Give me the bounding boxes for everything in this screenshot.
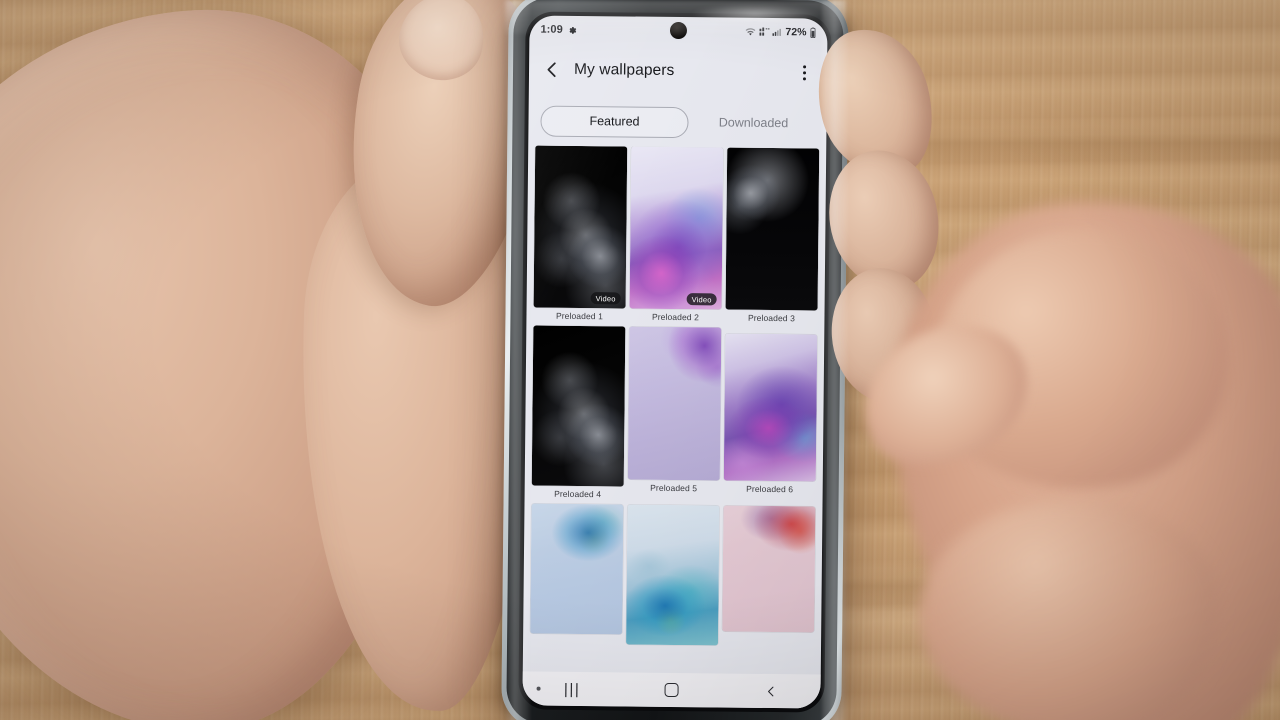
wallpaper-art	[531, 325, 626, 487]
wallpaper-item[interactable]: Preloaded 5	[627, 326, 722, 503]
wallpaper-item[interactable]	[722, 505, 816, 647]
home-button[interactable]	[622, 672, 722, 707]
page-title: My wallpapers	[573, 60, 675, 79]
video-badge: Video	[686, 293, 717, 306]
wallpaper-item[interactable]: Preloaded 6	[723, 328, 818, 504]
wallpaper-art	[626, 504, 720, 646]
wallpaper-thumbnail[interactable]	[722, 505, 816, 633]
smartphone-device: 1:09 72% My wallpapers Featured Download…	[501, 0, 849, 720]
back-icon	[767, 686, 774, 696]
wallpaper-caption: Preloaded 6	[746, 483, 794, 495]
wallpaper-caption: Preloaded 1	[555, 310, 603, 322]
back-button[interactable]	[721, 674, 821, 709]
network-4g-icon	[759, 27, 770, 37]
dot	[802, 76, 806, 80]
wallpaper-thumbnail[interactable]: Video	[533, 145, 628, 309]
wallpaper-caption: Preloaded 2	[651, 311, 699, 323]
status-bar: 1:09 72%	[529, 15, 827, 46]
gear-icon	[568, 25, 577, 34]
wallpaper-row: Preloaded 4 Preloaded 5 Preloaded 6	[531, 325, 818, 507]
nav-indicator-dot	[536, 686, 541, 691]
wallpaper-row	[530, 503, 816, 650]
wallpaper-thumbnail[interactable]	[626, 504, 720, 646]
phone-screen: 1:09 72% My wallpapers Featured Download…	[522, 15, 828, 709]
phone-bezel: 1:09 72% My wallpapers Featured Download…	[518, 11, 832, 713]
wifi-icon	[744, 27, 756, 37]
more-options-icon[interactable]	[793, 61, 815, 83]
wallpaper-art	[723, 333, 818, 482]
tab-downloaded[interactable]: Downloaded	[688, 107, 818, 139]
wallpaper-art	[629, 146, 724, 310]
wallpaper-thumbnail[interactable]	[725, 147, 820, 311]
wallpaper-thumbnail[interactable]: Video	[629, 146, 724, 310]
signal-bars-icon	[772, 27, 781, 37]
navigation-bar: |||	[522, 671, 821, 709]
wallpaper-art	[533, 145, 628, 309]
dot	[802, 64, 806, 68]
wallpaper-art	[725, 147, 820, 311]
video-badge: Video	[590, 292, 621, 305]
wallpaper-thumbnail[interactable]	[531, 325, 626, 487]
recents-icon: |||	[563, 680, 581, 698]
wallpaper-caption: Preloaded 4	[554, 488, 602, 500]
home-icon	[664, 682, 679, 698]
battery-percent-label: 72%	[785, 26, 807, 39]
wallpaper-thumbnail[interactable]	[530, 503, 624, 635]
tab-featured[interactable]: Featured	[540, 105, 689, 138]
wallpaper-item[interactable]: Video Preloaded 2	[629, 146, 724, 325]
wallpaper-item[interactable]	[626, 504, 720, 646]
wallpaper-row: Video Preloaded 1 Video Preloaded 2 Prel…	[533, 145, 820, 329]
dot	[802, 70, 806, 74]
wallpaper-art	[530, 503, 624, 635]
back-arrow-icon[interactable]	[541, 59, 563, 81]
front-camera-punch-hole	[669, 21, 688, 40]
wallpaper-item[interactable]: Video Preloaded 1	[533, 145, 628, 324]
wallpaper-art	[722, 505, 816, 633]
wallpaper-grid: Video Preloaded 1 Video Preloaded 2 Prel…	[523, 145, 826, 674]
status-time: 1:09	[540, 23, 563, 36]
tab-bar: Featured Downloaded	[528, 95, 827, 148]
wallpaper-caption: Preloaded 5	[650, 482, 698, 494]
wallpaper-item[interactable]: Preloaded 4	[531, 325, 626, 502]
status-bar-left: 1:09	[540, 24, 577, 36]
wallpaper-caption: Preloaded 3	[747, 312, 795, 324]
wallpaper-item[interactable]: Preloaded 3	[725, 147, 820, 326]
app-bar: My wallpapers	[529, 43, 828, 98]
scene-photo: 1:09 72% My wallpapers Featured Download…	[0, 0, 1280, 720]
status-bar-right: 72%	[744, 26, 816, 39]
wallpaper-art	[627, 326, 722, 481]
wallpaper-thumbnail[interactable]	[723, 333, 818, 482]
battery-icon	[809, 26, 816, 38]
wallpaper-item[interactable]	[530, 503, 624, 645]
wallpaper-thumbnail[interactable]	[627, 326, 722, 481]
